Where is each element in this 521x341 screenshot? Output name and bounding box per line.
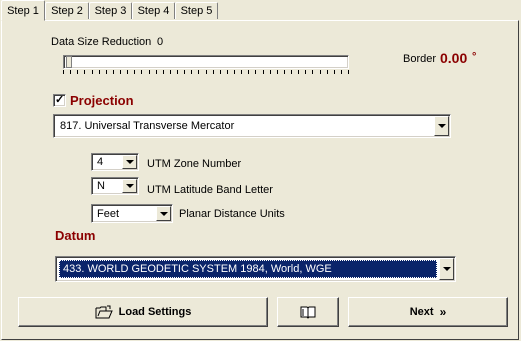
projection-label: Projection	[70, 93, 134, 108]
slider-tick	[291, 70, 292, 74]
slider-tick	[156, 70, 157, 74]
utm-band-select[interactable]: N	[91, 177, 139, 195]
slider-tick	[305, 70, 306, 74]
slider-tick	[206, 70, 207, 74]
utm-band-value: N	[97, 180, 105, 192]
slider-ticks	[63, 70, 349, 75]
book-icon	[300, 306, 316, 319]
utm-zone-label: UTM Zone Number	[147, 158, 242, 170]
chevron-down-icon	[438, 124, 446, 128]
datum-selection-highlight: 433. WORLD GEODETIC SYSTEM 1984, World, …	[59, 260, 437, 278]
chevron-down-icon	[160, 211, 168, 216]
open-folder-icon	[95, 305, 113, 319]
slider-tick	[184, 70, 185, 74]
projection-select[interactable]: 817. Universal Transverse Mercator	[53, 114, 451, 138]
utm-band-label: UTM Latitude Band Letter	[147, 184, 273, 196]
tab-step-4[interactable]: Step 4	[132, 2, 175, 19]
slider-tick	[298, 70, 299, 74]
slider-tick	[320, 70, 321, 74]
data-size-slider[interactable]	[63, 55, 349, 69]
border-value: 0.00	[440, 50, 468, 66]
chevron-down-icon	[443, 267, 451, 271]
slider-tick	[170, 70, 171, 74]
projection-dropdown-button[interactable]	[434, 116, 449, 136]
border-label: Border	[403, 53, 437, 65]
slider-tick	[198, 70, 199, 74]
slider-tick	[227, 70, 228, 74]
next-label: Next	[409, 306, 434, 318]
slider-tick	[220, 70, 221, 74]
checkmark-icon: ✓	[55, 94, 65, 106]
slider-tick	[70, 70, 71, 74]
tab-step-3[interactable]: Step 3	[89, 2, 132, 19]
chevron-down-icon	[126, 184, 134, 188]
data-size-label: Data Size Reduction	[51, 36, 152, 48]
slider-thumb[interactable]	[66, 56, 72, 68]
slider-tick	[134, 70, 135, 74]
tab-step-1[interactable]: Step 1	[1, 0, 45, 21]
units-dropdown-button[interactable]	[156, 206, 171, 221]
datum-select[interactable]: 433. WORLD GEODETIC SYSTEM 1984, World, …	[55, 256, 456, 282]
utm-zone-dropdown-button[interactable]	[122, 155, 137, 169]
utm-zone-value: 4	[97, 156, 104, 168]
slider-tick	[120, 70, 121, 74]
slider-tick	[241, 70, 242, 74]
slider-tick	[99, 70, 100, 74]
help-book-button[interactable]	[277, 297, 339, 327]
tab-strip: Step 1 Step 2 Step 3 Step 4 Step 5	[0, 0, 521, 21]
slider-tick	[255, 70, 256, 74]
load-settings-label: Load Settings	[118, 306, 192, 318]
slider-tick	[277, 70, 278, 74]
data-size-value: 0	[157, 36, 164, 48]
units-value: Feet	[97, 208, 120, 220]
load-settings-button[interactable]: Load Settings	[18, 297, 268, 327]
slider-tick	[113, 70, 114, 74]
tab-step-5[interactable]: Step 5	[175, 2, 218, 19]
slider-tick	[141, 70, 142, 74]
slider-tick	[213, 70, 214, 74]
slider-tick	[127, 70, 128, 74]
tab-step-2[interactable]: Step 2	[45, 2, 89, 19]
slider-tick	[234, 70, 235, 74]
slider-tick	[263, 70, 264, 74]
projection-checkbox[interactable]: ✓	[53, 94, 66, 107]
units-label: Planar Distance Units	[179, 208, 285, 220]
slider-tick	[348, 70, 349, 74]
slider-tick	[177, 70, 178, 74]
slider-tick	[334, 70, 335, 74]
datum-label: Datum	[55, 228, 96, 243]
slider-tick	[77, 70, 78, 74]
slider-tick	[163, 70, 164, 74]
slider-tick	[312, 70, 313, 74]
datum-select-value: 433. WORLD GEODETIC SYSTEM 1984, World, …	[63, 263, 332, 275]
next-button[interactable]: Next »	[348, 297, 508, 327]
slider-tick	[191, 70, 192, 74]
utm-band-dropdown-button[interactable]	[122, 179, 137, 193]
double-chevron-right-icon: »	[439, 305, 447, 319]
border-unit: °	[472, 51, 477, 63]
chevron-down-icon	[126, 160, 134, 164]
projection-select-value: 817. Universal Transverse Mercator	[60, 120, 235, 132]
units-select[interactable]: Feet	[91, 204, 173, 223]
slider-tick	[248, 70, 249, 74]
slider-tick	[92, 70, 93, 74]
slider-tick	[284, 70, 285, 74]
slider-tick	[106, 70, 107, 74]
slider-tick	[270, 70, 271, 74]
slider-tick	[341, 70, 342, 74]
datum-dropdown-button[interactable]	[439, 258, 454, 280]
slider-tick	[63, 70, 64, 74]
utm-zone-select[interactable]: 4	[91, 153, 139, 171]
slider-tick	[84, 70, 85, 74]
slider-tick	[327, 70, 328, 74]
slider-tick	[149, 70, 150, 74]
